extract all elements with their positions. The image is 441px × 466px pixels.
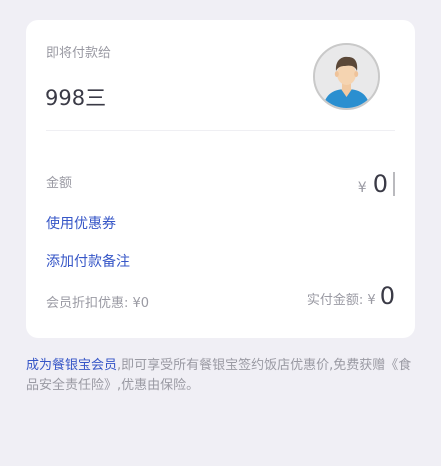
amount-label: 金额 [46, 176, 73, 191]
payment-card: 即将付款给 998三 金额 ¥ 0 使用优惠券 添加付款备注 会员折扣优惠: ¥… [26, 20, 415, 338]
actual-payment-value: 0 [379, 282, 395, 310]
text-cursor [393, 172, 395, 196]
amount-input[interactable]: ¥ 0 [358, 170, 395, 198]
member-discount-text: 会员折扣优惠: ¥0 [46, 296, 150, 311]
become-member-link[interactable]: 成为餐银宝会员 [26, 358, 117, 373]
use-coupon-link[interactable]: 使用优惠券 [46, 213, 116, 233]
actual-payment-label: 实付金额: ¥ [306, 293, 376, 308]
amount-value: 0 [372, 170, 388, 198]
payee-name: 998三 [45, 86, 107, 110]
card-divider [46, 130, 395, 131]
payee-avatar [313, 43, 380, 110]
payee-label: 即将付款给 [46, 46, 112, 61]
add-remark-link[interactable]: 添加付款备注 [46, 251, 130, 271]
currency-symbol: ¥ [357, 180, 367, 196]
membership-notice: 成为餐银宝会员,即可享受所有餐银宝签约饭店优惠价,免费获赠《食品安全责任险》,优… [26, 356, 416, 396]
actual-payment: 实付金额: ¥ 0 [307, 282, 395, 310]
person-avatar-icon [315, 45, 378, 108]
